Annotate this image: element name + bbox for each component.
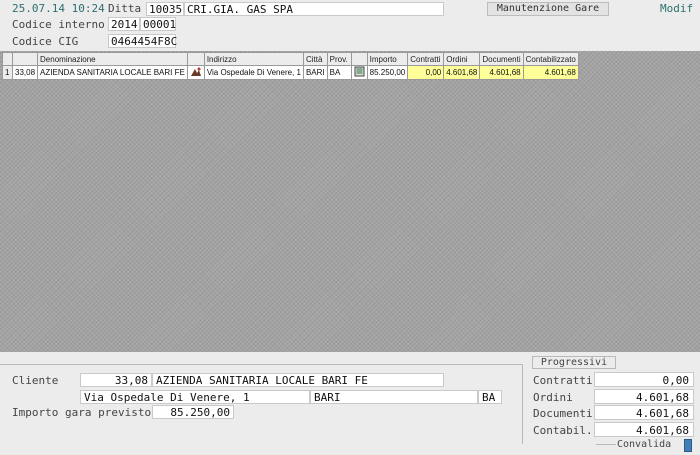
header-bar: 25.07.14 10:24 Ditta 10035 CRI.GIA. GAS … <box>0 0 700 50</box>
convalida-label: Convalida <box>617 439 672 450</box>
col-header-row-num <box>2 52 13 66</box>
convalida-toggle[interactable] <box>684 439 692 452</box>
ordini-label: Ordini <box>533 391 573 404</box>
col-header-citta[interactable]: Città <box>302 52 328 66</box>
contabil-field[interactable]: 4.601,68 <box>594 422 694 437</box>
progressivi-title: Progressivi <box>532 356 616 369</box>
document-icon <box>354 66 365 77</box>
codice-interno-year-field[interactable]: 2014 <box>108 17 140 31</box>
cell-denominazione[interactable]: AZIENDA SANITARIA LOCALE BARI FE <box>37 65 188 80</box>
ditta-label: Ditta <box>108 2 142 15</box>
ditta-name-field[interactable]: CRI.GIA. GAS SPA <box>184 2 444 16</box>
cell-contabilizzato[interactable]: 4.601,68 <box>522 65 579 80</box>
convalida-divider <box>596 444 616 445</box>
col-header-contabilizzato[interactable]: Contabilizzato <box>522 52 579 66</box>
contabil-label: Contabil. <box>533 424 593 437</box>
cell-importo[interactable]: 85.250,00 <box>366 65 409 80</box>
cell-ordini[interactable]: 4.601,68 <box>443 65 481 80</box>
cell-contratti[interactable]: 0,00 <box>407 65 445 80</box>
codice-cig-field[interactable]: 0464454F8C <box>108 34 177 48</box>
table-header-row: Denominazione Indirizzo Città Prov. Impo… <box>2 52 579 66</box>
col-header-prov[interactable]: Prov. <box>326 52 352 66</box>
ditta-code-field[interactable]: 10035 <box>146 2 184 16</box>
table-row[interactable]: 1 33,08 AZIENDA SANITARIA LOCALE BARI FE… <box>2 65 579 80</box>
importo-label: Importo gara previsto <box>12 406 152 419</box>
cliente-label: Cliente <box>12 374 59 387</box>
cell-documenti[interactable]: 4.601,68 <box>479 65 524 80</box>
codice-interno-label: Codice interno <box>12 18 105 31</box>
documenti-field[interactable]: 4.601,68 <box>594 405 694 420</box>
cell-indirizzo[interactable]: Via Ospedale Di Venere, 1 <box>203 65 304 80</box>
col-header-contratti[interactable]: Contratti <box>407 52 445 66</box>
cell-row-num: 1 <box>2 65 13 80</box>
cell-citta[interactable]: BARI <box>302 65 328 80</box>
grid-area[interactable] <box>0 51 700 352</box>
cliente-code-field[interactable]: 33,08 <box>80 373 152 387</box>
gare-table[interactable]: Denominazione Indirizzo Città Prov. Impo… <box>2 52 579 80</box>
col-header-indirizzo[interactable]: Indirizzo <box>203 52 304 66</box>
codice-cig-label: Codice CIG <box>12 35 79 48</box>
mode-label: Modif <box>660 2 694 15</box>
city-field[interactable]: BARI <box>310 390 478 404</box>
ordini-field[interactable]: 4.601,68 <box>594 389 694 404</box>
contratti-field[interactable]: 0,00 <box>594 372 694 387</box>
importo-field[interactable]: 85.250,00 <box>152 405 234 419</box>
cell-code[interactable]: 33,08 <box>11 65 39 80</box>
col-header-icon2 <box>350 52 368 66</box>
col-header-importo[interactable]: Importo <box>366 52 409 66</box>
prov-field[interactable]: BA <box>478 390 502 404</box>
col-header-icon <box>186 52 205 66</box>
col-header-ordini[interactable]: Ordini <box>443 52 481 66</box>
col-header-documenti[interactable]: Documenti <box>479 52 524 66</box>
cell-prov[interactable]: BA <box>326 65 352 80</box>
datetime-label: 25.07.14 10:24 <box>12 2 105 15</box>
cell-doc-icon[interactable] <box>350 65 368 80</box>
map-pin-icon <box>190 67 201 76</box>
cliente-name-field[interactable]: AZIENDA SANITARIA LOCALE BARI FE <box>152 373 444 387</box>
detail-divider <box>0 364 522 365</box>
contratti-label: Contratti <box>533 374 593 387</box>
detail-right-border <box>522 364 523 444</box>
col-header-denominazione[interactable]: Denominazione <box>37 52 188 66</box>
col-header-code <box>11 52 39 66</box>
address-field[interactable]: Via Ospedale Di Venere, 1 <box>80 390 310 404</box>
cell-map-icon[interactable] <box>186 65 205 80</box>
documenti-label: Documenti <box>533 407 593 420</box>
codice-interno-num-field[interactable]: 00001 <box>140 17 176 31</box>
manutenzione-gare-button[interactable]: Manutenzione Gare <box>487 2 609 16</box>
